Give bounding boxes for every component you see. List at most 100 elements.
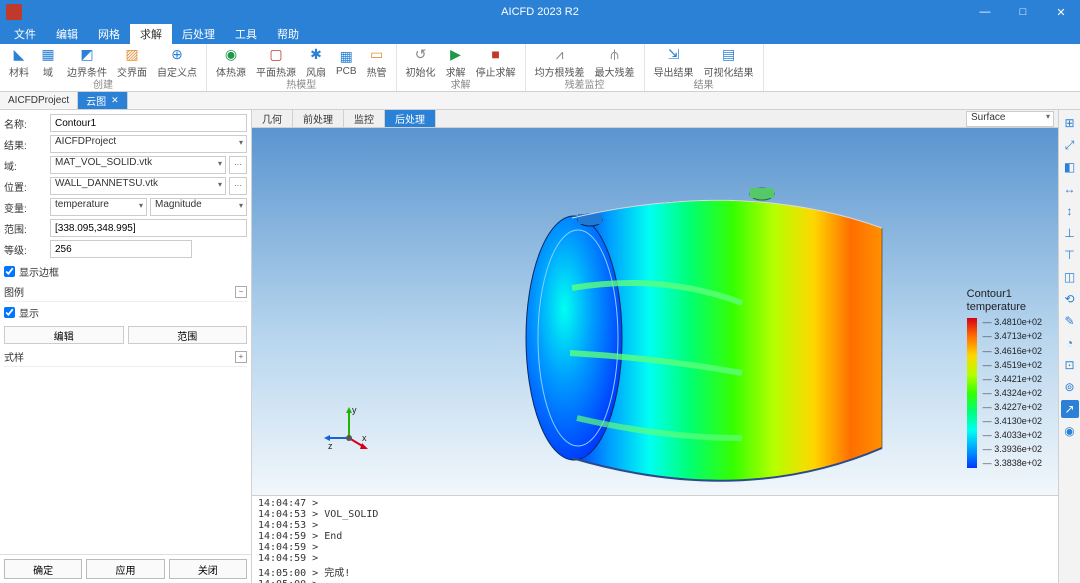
viewport-tool-13[interactable]: ↗ [1061,400,1079,418]
ribbon-label: PCB [336,66,357,77]
label-result: 结果: [4,137,50,152]
expand-icon: + [235,351,247,363]
menu-1[interactable]: 编辑 [46,24,88,44]
viewport-tool-10[interactable]: ◔ [1061,334,1079,352]
project-tabstrip: AICFDProject云图✕ [0,92,1080,110]
viewport-tool-12[interactable]: ⊚ [1061,378,1079,396]
ribbon-btn-平面热源[interactable]: ▢平面热源 [253,45,299,79]
name-input[interactable] [50,114,247,132]
legend-tick: 3.4130e+02 [983,417,1042,426]
domain-more-button[interactable]: ⋯ [229,156,247,174]
ribbon-icon: ▦ [39,45,57,63]
viewport-tool-14[interactable]: ◉ [1061,422,1079,440]
location-combo[interactable]: WALL_DANNETSU.vtk [50,177,226,195]
viewport-tool-2[interactable]: ◧ [1061,158,1079,176]
ribbon-btn-均方根残差[interactable]: ⩘均方根残差 [532,45,588,79]
viewport-3d[interactable]: y z x Contour1 temperature [252,128,1058,495]
ribbon-btn-风扇[interactable]: ✱风扇 [303,45,329,79]
legend-edit-button[interactable]: 编辑 [4,326,124,344]
ribbon-group: ⇲导出结果▤可视化结果结果 [645,44,764,91]
ribbon-label: 域 [43,64,53,79]
menu-5[interactable]: 工具 [225,24,267,44]
ribbon-btn-材料[interactable]: ◣材料 [6,45,32,79]
view-tab-1[interactable]: 前处理 [293,110,344,127]
close-button[interactable]: ✕ [1042,0,1080,24]
menu-6[interactable]: 帮助 [267,24,309,44]
label-levels: 等级: [4,242,50,257]
ribbon-btn-求解[interactable]: ▶求解 [443,45,469,79]
legend-tick: 3.4033e+02 [983,431,1042,440]
variable-combo[interactable]: temperature [50,198,147,216]
window-controls: — □ ✕ [966,0,1080,24]
dialog-button-应用[interactable]: 应用 [86,559,164,579]
menu-4[interactable]: 后处理 [172,24,225,44]
show-edge-checkbox[interactable] [4,266,15,277]
close-icon[interactable]: ✕ [111,95,119,106]
menu-3[interactable]: 求解 [130,24,172,44]
ribbon-label: 体热源 [216,64,246,79]
viewport-tool-7[interactable]: ◫ [1061,268,1079,286]
project-tab[interactable]: 云图✕ [78,92,128,109]
view-tab-0[interactable]: 几何 [252,110,293,127]
viewport-tool-6[interactable]: ⊤ [1061,246,1079,264]
viewport-tool-1[interactable]: ⤢ [1061,136,1079,154]
range-input[interactable] [50,219,247,237]
ribbon-icon: ◉ [222,45,240,63]
minimize-button[interactable]: — [966,0,1004,24]
ribbon-icon: ▨ [123,45,141,63]
ribbon-btn-域[interactable]: ▦域 [36,45,60,79]
viewport-tool-3[interactable]: ↔ [1061,180,1079,198]
console-output[interactable]: 14:04:47 > 14:04:53 > VOL_SOLID 14:04:53… [252,495,1058,583]
viewport-tool-5[interactable]: ⊥ [1061,224,1079,242]
viewport-tool-11[interactable]: ⊡ [1061,356,1079,374]
view-tab-3[interactable]: 后处理 [385,110,436,127]
maximize-button[interactable]: □ [1004,0,1042,24]
legend-gradient [967,318,977,468]
ribbon-icon: ▶ [447,45,465,63]
magnitude-combo[interactable]: Magnitude [150,198,247,216]
levels-input[interactable] [50,240,192,258]
ribbon-btn-边界条件[interactable]: ◩边界条件 [64,45,110,79]
ribbon-icon: ✱ [307,45,325,63]
group-name: 结果 [694,76,714,92]
style-section-header[interactable]: 式样 + [4,347,247,367]
show-legend-checkbox[interactable] [4,307,15,318]
ribbon-icon: ⫛ [606,45,624,63]
ribbon-btn-交界面[interactable]: ▨交界面 [114,45,150,79]
viewport-tool-0[interactable]: ⊞ [1061,114,1079,132]
ribbon: ◣材料▦域◩边界条件▨交界面⊕自定义点创建◉体热源▢平面热源✱风扇▦PCB▭热管… [0,44,1080,92]
ribbon-btn-最大残差[interactable]: ⫛最大残差 [592,45,638,79]
location-more-button[interactable]: ⋯ [229,177,247,195]
view-mode-combo[interactable]: Surface [966,111,1054,127]
result-combo[interactable]: AICFDProject [50,135,247,153]
ribbon-label: 停止求解 [476,64,516,79]
ribbon-btn-停止求解[interactable]: ■停止求解 [473,45,519,79]
property-panel: 名称: 结果: AICFDProject 域: MAT_VOL_SOLID.vt… [0,110,252,583]
ribbon-btn-初始化[interactable]: ↺初始化 [403,45,439,79]
ribbon-icon: ◩ [78,45,96,63]
dialog-button-确定[interactable]: 确定 [4,559,82,579]
legend-tick: 3.4616e+02 [983,347,1042,356]
ribbon-btn-PCB[interactable]: ▦PCB [333,47,360,77]
legend-range-button[interactable]: 范围 [128,326,248,344]
ribbon-btn-自定义点[interactable]: ⊕自定义点 [154,45,200,79]
domain-combo[interactable]: MAT_VOL_SOLID.vtk [50,156,226,174]
menu-2[interactable]: 网格 [88,24,130,44]
ribbon-btn-可视化结果[interactable]: ▤可视化结果 [701,45,757,79]
project-tab[interactable]: AICFDProject [0,92,78,109]
view-tab-2[interactable]: 监控 [344,110,385,127]
group-name: 残差监控 [565,76,605,92]
ribbon-btn-热管[interactable]: ▭热管 [364,45,390,79]
ribbon-icon: ▤ [720,45,738,63]
legend-section-header[interactable]: 图例 − [4,282,247,302]
viewport-tool-9[interactable]: ✎ [1061,312,1079,330]
dialog-button-关闭[interactable]: 关闭 [169,559,247,579]
svg-text:y: y [352,405,357,415]
ribbon-btn-导出结果[interactable]: ⇲导出结果 [651,45,697,79]
viewport-tool-8[interactable]: ⟲ [1061,290,1079,308]
ribbon-btn-体热源[interactable]: ◉体热源 [213,45,249,79]
svg-text:x: x [362,433,367,443]
menu-0[interactable]: 文件 [4,24,46,44]
viewport-tool-4[interactable]: ↕ [1061,202,1079,220]
color-legend: Contour1 temperature 3.4810e+023.4713e+0… [967,288,1042,468]
